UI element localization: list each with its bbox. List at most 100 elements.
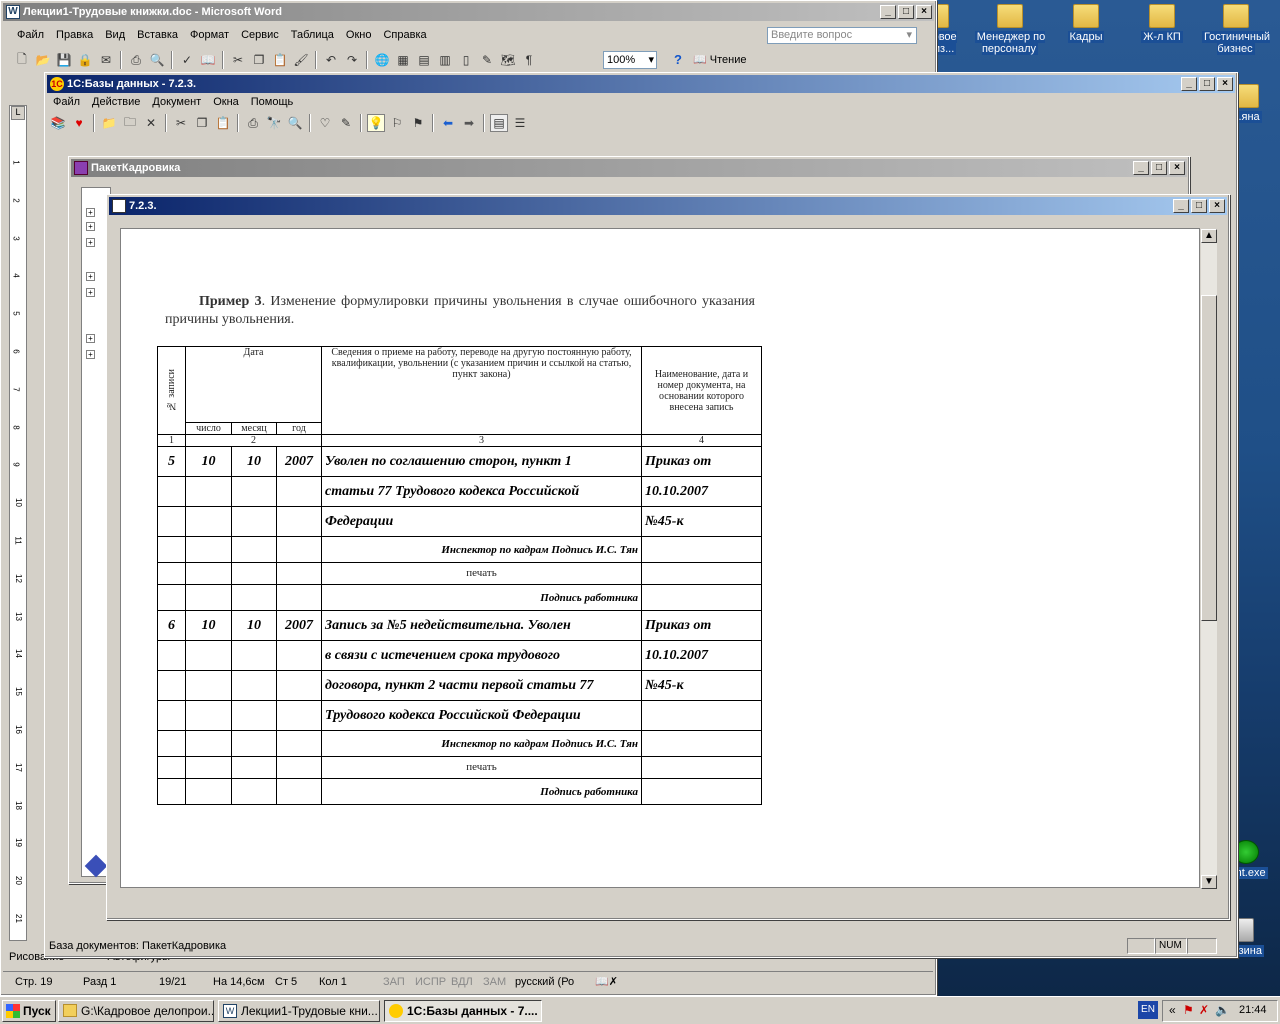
close-button[interactable]: × <box>916 5 932 19</box>
menu-item[interactable]: Документ <box>146 94 207 110</box>
arrow-left-icon[interactable]: ⬅ <box>439 114 457 132</box>
edit-pen-icon[interactable]: ✎ <box>337 114 355 132</box>
tray-antivirus-icon[interactable]: ⚑ <box>1183 1003 1194 1017</box>
word-title-bar[interactable]: W Лекции1-Трудовые книжки.doc - Microsof… <box>3 3 934 21</box>
tree-expand-icon[interactable]: + <box>86 222 95 231</box>
menu-item[interactable]: Файл <box>11 27 50 43</box>
list-view-icon[interactable]: ▤ <box>490 114 508 132</box>
hint-lightbulb-icon[interactable]: 💡 <box>367 114 385 132</box>
minimize-button[interactable]: _ <box>1181 77 1197 91</box>
vertical-scrollbar[interactable]: ▲ ▼ <box>1201 229 1217 889</box>
status-overwrite[interactable]: ЗАМ <box>483 972 506 992</box>
insert-table-icon[interactable]: ▤ <box>415 51 433 69</box>
minimize-button[interactable]: _ <box>1133 161 1149 175</box>
menu-item[interactable]: Сервис <box>235 27 285 43</box>
tree-expand-icon[interactable]: + <box>86 350 95 359</box>
drawing-toggle-icon[interactable]: ✎ <box>478 51 496 69</box>
tables-borders-icon[interactable]: ▦ <box>394 51 412 69</box>
bottom-tab-icon[interactable] <box>84 854 108 878</box>
task-explorer[interactable]: G:\Кадровое делопрои... <box>58 1000 214 1022</box>
menu-item[interactable]: Таблица <box>285 27 340 43</box>
tree-expand-icon[interactable]: + <box>86 272 95 281</box>
menu-item[interactable]: Правка <box>50 27 99 43</box>
print-icon[interactable]: ⎙ <box>127 51 145 69</box>
email-icon[interactable]: ✉ <box>97 51 115 69</box>
menu-item[interactable]: Файл <box>47 94 86 110</box>
arrow-right-icon[interactable]: ➡ <box>460 114 478 132</box>
hint-back-icon[interactable]: ⚐ <box>388 114 406 132</box>
tree-view-icon[interactable]: ☰ <box>511 114 529 132</box>
hyperlink-icon[interactable]: 🌐 <box>373 51 391 69</box>
desktop-icon-folder[interactable]: Гостиничный бизнес <box>1200 4 1272 55</box>
document-map-icon[interactable]: 🗺 <box>499 51 517 69</box>
menu-item[interactable]: Формат <box>184 27 235 43</box>
onec-title-bar[interactable]: 1С 1С:Базы данных - 7.2.3. _ □ × <box>47 75 1235 93</box>
tray-expand-icon[interactable]: « <box>1169 1003 1176 1017</box>
menu-item[interactable]: Окна <box>207 94 245 110</box>
maximize-button[interactable]: □ <box>1199 77 1215 91</box>
new-document-icon[interactable]: 🗋 <box>13 51 31 69</box>
maximize-button[interactable]: □ <box>1151 161 1167 175</box>
desktop-icon-folder[interactable]: Менеджер по персоналу <box>974 4 1046 55</box>
bookmark-heart-icon[interactable]: ♡ <box>316 114 334 132</box>
delete-icon[interactable]: ✕ <box>142 114 160 132</box>
cut-icon[interactable]: ✂ <box>229 51 247 69</box>
undo-icon[interactable]: ↶ <box>322 51 340 69</box>
menu-item[interactable]: Вид <box>99 27 131 43</box>
desktop-icon-folder[interactable]: Ж-л КП <box>1126 4 1198 43</box>
help-icon[interactable]: ? <box>669 51 687 69</box>
show-hide-icon[interactable]: ¶ <box>520 51 538 69</box>
format-painter-icon[interactable]: 🖌 <box>292 51 310 69</box>
favorite-heart-icon[interactable]: ♥ <box>70 114 88 132</box>
permission-icon[interactable]: 🔒 <box>76 51 94 69</box>
scroll-up-button[interactable]: ▲ <box>1201 229 1217 243</box>
save-icon[interactable]: 💾 <box>55 51 73 69</box>
chevron-down-icon[interactable]: ▾ <box>906 28 912 43</box>
desktop-icon-folder[interactable]: Кадры <box>1050 4 1122 43</box>
tree-expand-icon[interactable]: + <box>86 238 95 247</box>
status-rec[interactable]: ЗАП <box>383 972 405 992</box>
tray-warning-icon[interactable]: ✗ <box>1199 1003 1209 1017</box>
tree-expand-icon[interactable]: + <box>86 208 95 217</box>
print-icon[interactable]: ⎙ <box>244 114 262 132</box>
copy-icon[interactable]: ❐ <box>250 51 268 69</box>
preview-icon[interactable]: 🔍 <box>286 114 304 132</box>
menu-item[interactable]: Действие <box>86 94 146 110</box>
new-folder-icon[interactable]: 🗀 <box>121 114 139 132</box>
maximize-button[interactable]: □ <box>1191 199 1207 213</box>
spelling-status-icon[interactable]: 📖✗ <box>595 972 618 992</box>
books-icon[interactable]: 📚 <box>49 114 67 132</box>
copy-icon[interactable]: ❐ <box>193 114 211 132</box>
menu-item[interactable]: Справка <box>377 27 432 43</box>
close-button[interactable]: × <box>1217 77 1233 91</box>
cut-icon[interactable]: ✂ <box>172 114 190 132</box>
paket-title-bar[interactable]: ПакетКадровика _ □ × <box>71 159 1187 177</box>
status-extend[interactable]: ВДЛ <box>451 972 473 992</box>
language-indicator[interactable]: EN <box>1138 1001 1158 1019</box>
find-binoculars-icon[interactable]: 🔭 <box>265 114 283 132</box>
research-icon[interactable]: 📖 <box>199 51 217 69</box>
menu-item[interactable]: Помощь <box>245 94 300 110</box>
insert-excel-icon[interactable]: ▥ <box>436 51 454 69</box>
scroll-thumb[interactable] <box>1201 295 1217 621</box>
spelling-icon[interactable]: ✓ <box>178 51 196 69</box>
tree-expand-icon[interactable]: + <box>86 288 95 297</box>
menu-item[interactable]: Окно <box>340 27 378 43</box>
ask-question-input[interactable]: Введите вопрос ▾ <box>767 27 917 44</box>
reading-mode-button[interactable]: 📖 Чтение <box>693 51 759 69</box>
minimize-button[interactable]: _ <box>880 5 896 19</box>
open-icon[interactable]: 📂 <box>34 51 52 69</box>
zoom-select[interactable]: 100% ▾ <box>603 51 657 69</box>
print-preview-icon[interactable]: 🔍 <box>148 51 166 69</box>
tree-expand-icon[interactable]: + <box>86 334 95 343</box>
close-button[interactable]: × <box>1169 161 1185 175</box>
menu-item[interactable]: Вставка <box>131 27 184 43</box>
redo-icon[interactable]: ↷ <box>343 51 361 69</box>
open-folder-icon[interactable]: 📁 <box>100 114 118 132</box>
tab-stop-selector[interactable]: L <box>11 106 25 120</box>
status-track-changes[interactable]: ИСПР <box>415 972 446 992</box>
start-button[interactable]: Пуск <box>2 1000 56 1022</box>
task-word[interactable]: W Лекции1-Трудовые кни... <box>218 1000 380 1022</box>
paste-icon[interactable]: 📋 <box>271 51 289 69</box>
maximize-button[interactable]: □ <box>898 5 914 19</box>
